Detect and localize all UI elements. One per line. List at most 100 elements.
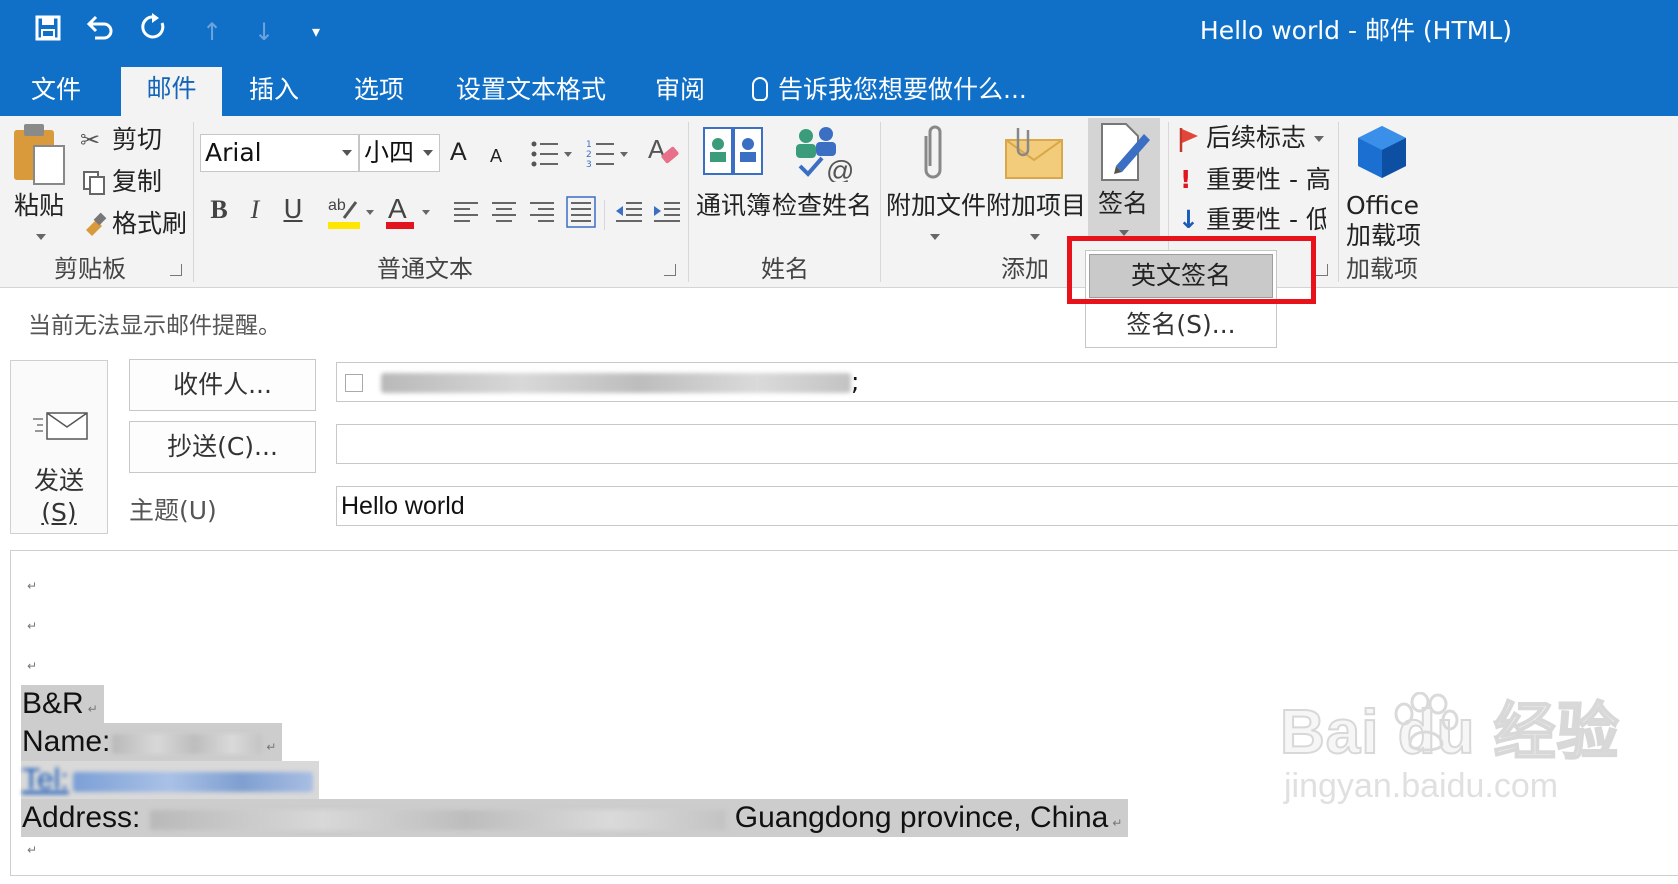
follow-up-label: 后续标志 [1206,123,1307,152]
align-right-icon[interactable] [528,200,556,226]
tab-options[interactable]: 选项 [345,68,413,116]
address-book-button[interactable]: 通讯簿 [694,120,772,248]
clipboard-group-label: 剪贴板 [54,255,126,283]
signature-button[interactable]: 签名 [1088,118,1160,240]
svg-text:A: A [648,134,666,164]
tab-format-text[interactable]: 设置文本格式 [455,68,607,116]
font-name-combo[interactable]: Arial [200,134,359,172]
paw-logo-icon [1394,692,1459,752]
attach-item-button[interactable]: 附加项目 [986,120,1086,252]
undo-icon[interactable] [80,12,120,52]
signature-tel-line: Tel: [21,761,319,799]
paragraph-mark: ↵ [27,843,38,857]
check-names-button[interactable]: @ 检查姓名 [772,120,872,248]
tell-me-search[interactable]: 告诉我您想要做什么... [752,68,1027,112]
addins-label: 加载项 [1346,221,1422,250]
name-label: Name: [22,725,111,758]
exclamation-icon: ! [1180,165,1192,194]
address-label: Address: [22,801,141,834]
copy-icon [83,171,105,195]
tab-file[interactable]: 文件 [22,68,90,116]
redacted-name [112,734,263,754]
check-names-icon: @ [796,127,854,182]
basic-text-launcher-icon[interactable] [664,264,676,276]
send-label: 发送 [33,466,84,495]
tab-insert[interactable]: 插入 [240,68,308,116]
high-importance-label: 重要性 - 高 [1206,165,1331,194]
align-left-icon[interactable] [452,200,480,226]
format-painter-label: 格式刷 [112,209,188,238]
font-size-value: 小四 [364,138,415,167]
menu-item-signatures[interactable]: 签名(S)... [1086,305,1276,345]
signature-pen-icon [1101,123,1150,181]
numbering-icon[interactable]: 123 [586,138,634,170]
scissors-icon: ✂ [80,126,101,154]
tab-review[interactable]: 审阅 [650,68,710,116]
copy-button[interactable]: 复制 [80,164,190,202]
signature-address-line: Address: Guangdong province, China ↵ [21,799,1129,837]
signature-br-line: B&R ↵ [21,685,104,723]
cc-button[interactable]: 抄送(C)... [129,421,316,473]
justify-icon[interactable] [566,196,596,228]
title-bar: ↑ ↓ ▾ Hello world - 邮件 (HTML) [0,0,1678,60]
send-envelope-icon [33,412,88,440]
high-importance-button[interactable]: ! 重要性 - 高 [1176,162,1331,200]
svg-text:ab: ab [328,197,346,214]
baidu-watermark: Bai du 经验 jingyan.baidu.com [1279,692,1620,806]
office-label: Office [1346,191,1419,220]
to-field[interactable]: ; [336,362,1678,402]
clipboard-launcher-icon[interactable] [170,264,182,276]
svg-text:A: A [388,193,407,224]
recipient-checkbox[interactable] [345,374,363,392]
bullets-icon[interactable] [530,138,578,170]
svg-text:2: 2 [586,150,592,160]
format-painter-button[interactable]: 格式刷 [80,206,200,244]
low-importance-button[interactable]: ↓ 重要性 - 低 [1176,204,1326,234]
shrink-font-button[interactable]: A [490,140,502,172]
customize-icon[interactable]: ▾ [296,12,336,52]
follow-up-button[interactable]: 后续标志 [1176,120,1326,158]
italic-button[interactable]: I [240,192,270,228]
paragraph-mark: ↵ [27,659,38,673]
attach-file-button[interactable]: 附加文件 [884,120,986,252]
font-size-combo[interactable]: 小四 [359,134,440,172]
include-group-label: 添加 [1001,255,1049,283]
svg-text:3: 3 [586,160,592,170]
clear-formatting-icon[interactable]: A [648,134,682,170]
paragraph-mark: ↵ [27,619,38,633]
flag-icon [1179,128,1198,152]
paste-label: 粘贴 [14,191,65,220]
underline-button[interactable]: U [278,192,308,228]
subject-field[interactable]: Hello world [336,486,1678,526]
grow-font-button[interactable]: A [450,136,467,168]
tab-message[interactable]: 邮件 [121,67,222,116]
clipboard-icon [14,124,65,185]
tel-link-label[interactable]: Tel: [22,763,69,796]
highlight-color-icon[interactable]: ab [326,192,378,232]
align-center-icon[interactable] [490,200,518,226]
down-arrow-icon[interactable]: ↓ [244,12,284,52]
increase-indent-icon[interactable] [652,200,682,226]
basic-text-group-label: 普通文本 [377,255,473,283]
paste-button[interactable]: 粘贴 [10,122,74,248]
send-button[interactable]: 发送 (S) [10,360,108,534]
cut-label: 剪切 [112,125,163,154]
tags-launcher-icon[interactable] [1316,264,1328,276]
lightbulb-icon [752,77,768,101]
decrease-indent-icon[interactable] [614,200,644,226]
paintbrush-icon [86,212,107,236]
down-arrow-importance-icon: ↓ [1178,205,1199,234]
cc-field[interactable] [336,424,1678,464]
font-color-icon[interactable]: A [384,192,436,232]
br-text: B&R [22,687,84,720]
envelope-clip-icon [1005,128,1063,179]
save-icon[interactable] [28,12,68,52]
up-arrow-icon[interactable]: ↑ [192,12,232,52]
attach-file-label: 附加文件 [886,191,987,220]
bold-button[interactable]: B [204,192,234,228]
to-button[interactable]: 收件人... [129,359,316,411]
redo-icon[interactable] [134,12,174,52]
office-addins-button[interactable]: Office 加载项 [1340,120,1422,252]
ribbon-tabs: 文件 邮件 插入 选项 设置文本格式 审阅 告诉我您想要做什么... [0,60,1678,116]
cut-button[interactable]: ✂ 剪切 [80,122,190,160]
